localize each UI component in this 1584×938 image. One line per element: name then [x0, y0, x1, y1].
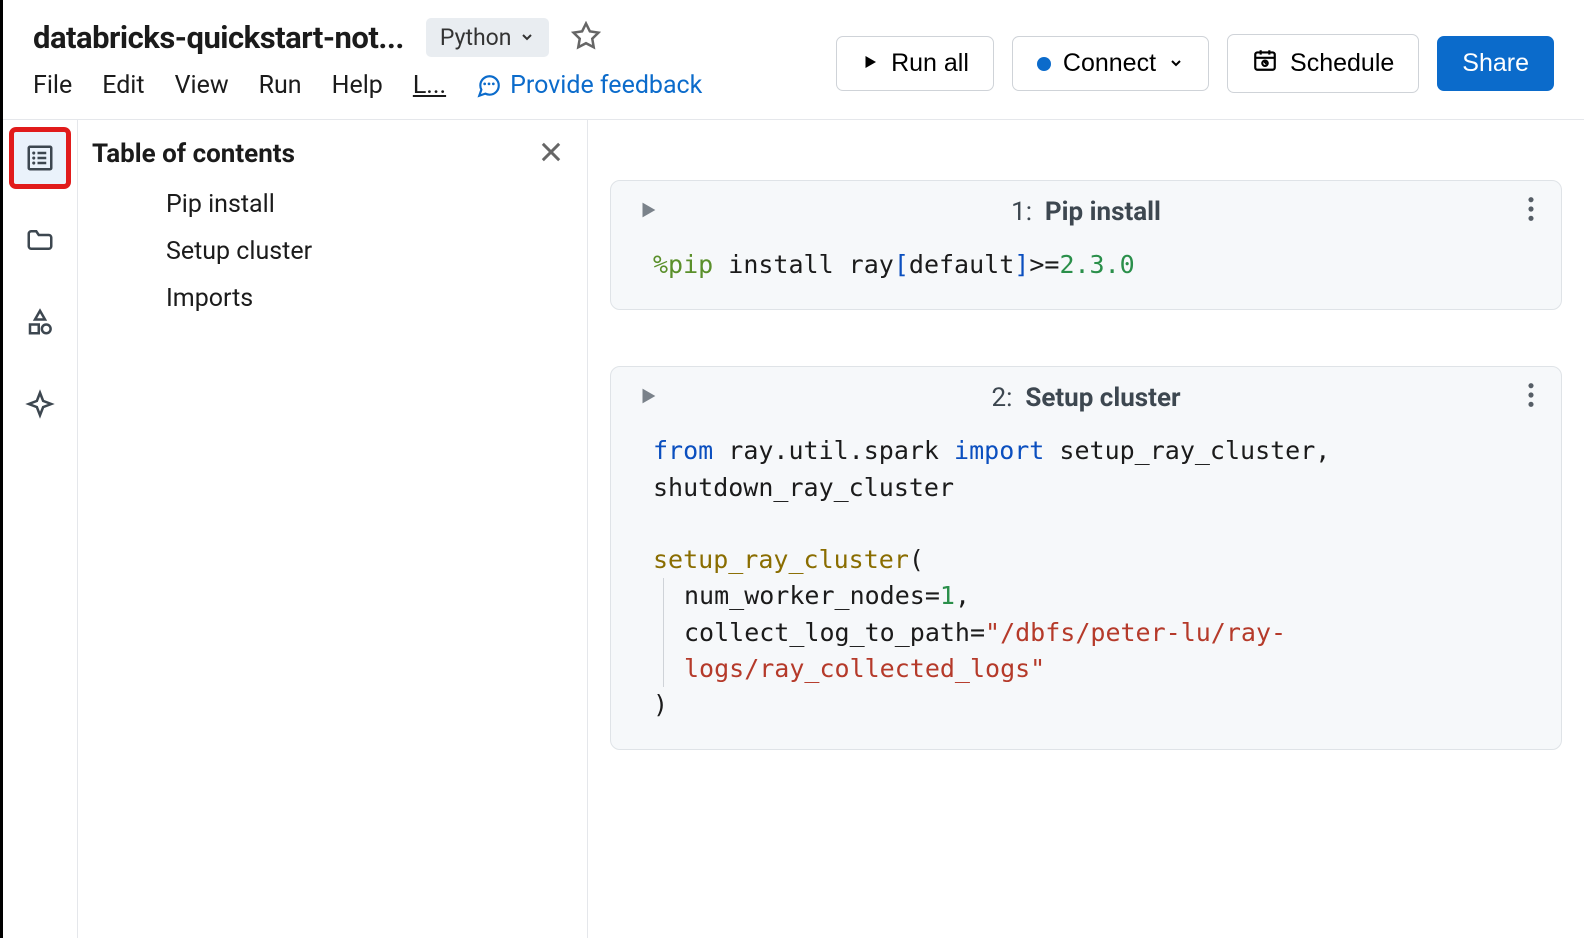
menu-view[interactable]: View [175, 71, 229, 100]
toc-list: Pip install Setup cluster Imports [92, 190, 575, 313]
toc-item[interactable]: Setup cluster [166, 237, 575, 266]
cell-kebab-menu[interactable] [1527, 381, 1535, 413]
feedback-icon [476, 73, 502, 99]
connect-label: Connect [1063, 49, 1156, 78]
connect-button[interactable]: Connect [1012, 36, 1209, 91]
toc-header: Table of contents [92, 138, 575, 170]
cell-run-button[interactable] [637, 199, 659, 225]
status-dot-icon [1037, 57, 1051, 71]
feedback-label: Provide feedback [510, 71, 702, 100]
run-all-label: Run all [891, 49, 969, 78]
cell-code[interactable]: from ray.util.spark import setup_ray_clu… [631, 429, 1541, 727]
toc-title: Table of contents [92, 139, 295, 169]
cell-kebab-menu[interactable] [1527, 195, 1535, 227]
folder-icon [25, 225, 55, 255]
cell[interactable]: 2: Setup cluster from ray.util.spark imp… [610, 366, 1562, 750]
rail-toc-button[interactable] [12, 130, 68, 186]
language-selector[interactable]: Python [426, 18, 550, 57]
topbar-right: Run all Connect Schedule Share [836, 18, 1554, 93]
cell-title: 1: Pip install [1011, 197, 1161, 227]
menu-run[interactable]: Run [259, 71, 302, 100]
cell-header: 1: Pip install [631, 197, 1541, 227]
schedule-label: Schedule [1290, 49, 1394, 78]
rail-folder-button[interactable] [12, 212, 68, 268]
share-label: Share [1462, 49, 1529, 78]
cell[interactable]: 1: Pip install %pip install ray[default]… [610, 180, 1562, 310]
notebook-title[interactable]: databricks-quickstart-not... [33, 19, 404, 56]
calendar-icon [1252, 47, 1278, 80]
schedule-button[interactable]: Schedule [1227, 34, 1419, 93]
rail-sparkle-button[interactable] [12, 376, 68, 432]
menu-bar: File Edit View Run Help L... Provide fee… [33, 71, 836, 100]
body-area: Table of contents Pip install Setup clus… [3, 120, 1584, 938]
cell-header: 2: Setup cluster [631, 383, 1541, 413]
run-all-button[interactable]: Run all [836, 36, 994, 91]
menu-edit[interactable]: Edit [102, 71, 144, 100]
share-button[interactable]: Share [1437, 36, 1554, 91]
menu-last[interactable]: L... [413, 71, 446, 100]
topbar: databricks-quickstart-not... Python File… [3, 0, 1584, 120]
toc-item[interactable]: Imports [166, 284, 575, 313]
cell-run-button[interactable] [637, 385, 659, 411]
menu-file[interactable]: File [33, 71, 72, 100]
cell-name: Pip install [1045, 197, 1161, 227]
toc-icon [25, 143, 55, 173]
star-icon[interactable] [571, 21, 601, 55]
language-label: Python [440, 24, 512, 51]
play-icon [861, 49, 879, 78]
provide-feedback-link[interactable]: Provide feedback [476, 71, 702, 100]
close-icon[interactable] [537, 138, 565, 170]
rail-shapes-button[interactable] [12, 294, 68, 350]
toc-item[interactable]: Pip install [166, 190, 575, 219]
sparkle-icon [25, 389, 55, 419]
title-row: databricks-quickstart-not... Python [33, 18, 836, 57]
toc-panel: Table of contents Pip install Setup clus… [78, 120, 588, 938]
chevron-down-icon [519, 24, 535, 51]
topbar-left: databricks-quickstart-not... Python File… [33, 18, 836, 100]
cell-name: Setup cluster [1025, 383, 1180, 413]
notebook-area: 1: Pip install %pip install ray[default]… [588, 120, 1584, 938]
chevron-down-icon [1168, 49, 1184, 78]
sidebar-rail [3, 120, 78, 938]
cell-code[interactable]: %pip install ray[default]>=2.3.0 [631, 243, 1541, 287]
shapes-icon [25, 307, 55, 337]
cell-title: 2: Setup cluster [991, 383, 1180, 413]
cell-number: 2: [991, 383, 1012, 413]
menu-help[interactable]: Help [332, 71, 383, 100]
cell-number: 1: [1011, 197, 1032, 227]
